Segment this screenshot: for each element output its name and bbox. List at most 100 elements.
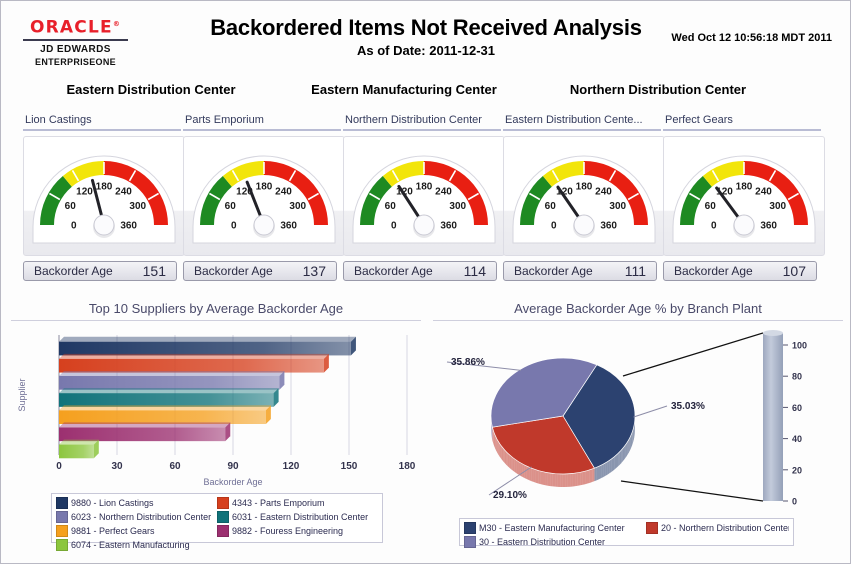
svg-text:180: 180 xyxy=(399,461,416,472)
legend-swatch xyxy=(646,522,658,534)
svg-text:360: 360 xyxy=(280,221,297,232)
svg-text:360: 360 xyxy=(440,221,457,232)
pie-value-label-1: 29.10% xyxy=(493,490,527,501)
gauge-card-3[interactable]: Eastern Distribution Cente... 0 60 120 180 24… xyxy=(503,114,665,281)
svg-text:30: 30 xyxy=(111,461,123,472)
svg-text:240: 240 xyxy=(115,187,132,198)
legend-swatch xyxy=(217,497,229,509)
section-heading-eastern-manufacturing-center: Eastern Manufacturing Center xyxy=(311,82,497,97)
gauge-card-4[interactable]: Perfect Gears 0 60 120 180 240 300 360 Backorder… xyxy=(663,114,825,281)
bar-chart-panel: Top 10 Suppliers by Average Backorder Ag… xyxy=(11,301,421,496)
svg-text:60: 60 xyxy=(385,201,397,212)
bar-5[interactable] xyxy=(59,427,226,442)
gauge-readout: Backorder Age 137 xyxy=(183,261,337,281)
svg-text:60: 60 xyxy=(65,201,77,212)
bar-chart-plot: 0 30 60 90 120 150 180 Backorder Age Supplier xyxy=(11,321,421,496)
gauge-face: 060120180240300360 xyxy=(23,136,185,256)
legend-label: 9880 - Lion Castings xyxy=(71,497,154,508)
pie-chart-legend: M30 - Eastern Manufacturing Center 20 - N… xyxy=(459,518,794,548)
gauge-card-1[interactable]: Parts Emporium 0 60 120 180 240 300 360 Backorde… xyxy=(183,114,345,281)
legend-swatch xyxy=(217,511,229,523)
bar-6[interactable] xyxy=(59,444,94,459)
pie-legend-item[interactable]: M30 - Eastern Manufacturing Center xyxy=(464,522,646,534)
section-heading-northern-distribution-center: Northern Distribution Center xyxy=(569,82,747,97)
pie-value-label-0: 35.03% xyxy=(671,401,705,412)
gauge-readout-label: Backorder Age xyxy=(514,264,593,278)
gauge-card-2[interactable]: Northern Distribution Center060120180240… xyxy=(343,114,505,281)
gauge-label: Parts Emporium xyxy=(183,114,341,131)
svg-text:180: 180 xyxy=(256,182,273,193)
gauge-readout: Backorder Age 114 xyxy=(343,261,497,281)
gauge-readout-label: Backorder Age xyxy=(674,264,753,278)
bar-legend-item[interactable]: 9880 - Lion Castings xyxy=(56,497,217,509)
svg-text:300: 300 xyxy=(129,201,146,212)
gauge-readout: Backorder Age 107 xyxy=(663,261,817,281)
logo-enterpriseone: ENTERPRISEONE xyxy=(35,56,116,67)
bar-legend-item[interactable]: 6031 - Eastern Distribution Center xyxy=(217,511,378,523)
svg-text:20: 20 xyxy=(792,465,802,475)
pie-legend-item[interactable]: 30 - Eastern Distribution Center xyxy=(464,536,646,548)
svg-text:80: 80 xyxy=(792,372,802,382)
legend-swatch xyxy=(56,525,68,537)
gauge-readout: Backorder Age 151 xyxy=(23,261,177,281)
bar-chart-legend: 9880 - Lion Castings 4343 - Parts Emporiu… xyxy=(51,493,383,551)
svg-text:240: 240 xyxy=(435,187,452,198)
section-heading-eastern-distribution-center: Eastern Distribution Center xyxy=(66,82,236,97)
gauge-readout-label: Backorder Age xyxy=(194,264,273,278)
gauge-label: Lion Castings xyxy=(23,114,181,131)
pie-legend-item[interactable]: 20 - Northern Distribution Center xyxy=(646,522,789,534)
svg-text:0: 0 xyxy=(551,221,557,232)
bar-legend-item[interactable]: 6023 - Northern Distribution Center xyxy=(56,511,217,523)
legend-label: 9882 - Fouress Engineering xyxy=(232,525,344,536)
svg-text:90: 90 xyxy=(227,461,239,472)
svg-text:240: 240 xyxy=(595,187,612,198)
bar-legend-item[interactable]: 9882 - Fouress Engineering xyxy=(217,525,378,537)
legend-swatch xyxy=(56,539,68,551)
svg-text:100: 100 xyxy=(792,341,807,351)
legend-label: 6023 - Northern Distribution Center xyxy=(71,511,212,522)
gauge-readout-value: 111 xyxy=(624,263,646,279)
svg-text:0: 0 xyxy=(391,221,397,232)
bar-legend-item[interactable]: 6074 - Eastern Manufacturing xyxy=(56,539,217,551)
svg-text:360: 360 xyxy=(120,221,137,232)
gauge-readout-value: 151 xyxy=(142,263,166,279)
gauge-face: 060120180240300360 xyxy=(503,136,665,256)
page-title: Backordered Items Not Received Analysis xyxy=(210,15,642,40)
legend-label: 9881 - Perfect Gears xyxy=(71,525,155,536)
bar-2[interactable] xyxy=(59,376,280,390)
svg-text:180: 180 xyxy=(576,182,593,193)
svg-text:0: 0 xyxy=(792,497,797,507)
legend-swatch xyxy=(56,511,68,523)
gauge-face: 060120180240300360 xyxy=(183,136,345,256)
svg-text:300: 300 xyxy=(769,201,786,212)
svg-text:0: 0 xyxy=(56,461,62,472)
svg-text:300: 300 xyxy=(289,201,306,212)
gauge-readout: Backorder Age 111 xyxy=(503,261,657,281)
gauge-readout-value: 137 xyxy=(302,263,326,279)
dashboard-page: ORACLE® JD EDWARDS ENTERPRISEONE Backord… xyxy=(0,0,851,564)
bar-3[interactable] xyxy=(59,393,274,407)
bar-legend-item[interactable]: 9881 - Perfect Gears xyxy=(56,525,217,537)
legend-label: 6074 - Eastern Manufacturing xyxy=(71,539,190,550)
gauge-card-0[interactable]: Lion Castings 0 60 120 180 240 300 360 Backorder… xyxy=(23,114,185,281)
svg-text:0: 0 xyxy=(71,221,77,232)
logo-divider xyxy=(23,38,128,41)
bar-legend-item[interactable]: 4343 - Parts Emporium xyxy=(217,497,378,509)
page-subtitle: As of Date: 2011-12-31 xyxy=(356,43,495,58)
dashboard-header: ORACLE® JD EDWARDS ENTERPRISEONE Backord… xyxy=(1,1,850,69)
svg-text:360: 360 xyxy=(600,221,617,232)
legend-swatch xyxy=(217,525,229,537)
bar-1[interactable] xyxy=(59,358,324,373)
bar-4[interactable] xyxy=(59,410,266,424)
gauge-dial: 060120180240300360 xyxy=(352,155,496,244)
pie-chart-title: Average Backorder Age % by Branch Plant xyxy=(433,301,843,321)
svg-text:240: 240 xyxy=(275,187,292,198)
gauge-dial: 060120180240300360 xyxy=(192,155,336,244)
gauge-dial: 060120180240300360 xyxy=(32,155,176,244)
bar-x-axis-title: Backorder Age xyxy=(203,477,262,487)
pie-value-label-2: 35.86% xyxy=(451,357,485,368)
svg-text:180: 180 xyxy=(736,182,753,193)
svg-text:0: 0 xyxy=(231,221,237,232)
bar-0[interactable] xyxy=(59,341,351,356)
gauge-readout-label: Backorder Age xyxy=(34,264,113,278)
